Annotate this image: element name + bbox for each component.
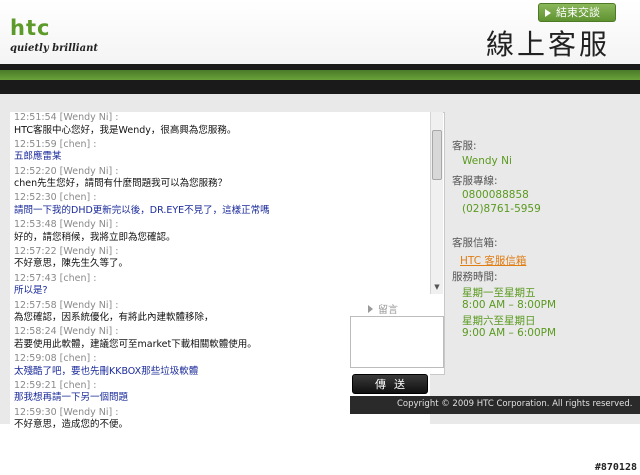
header: htc quietly brilliant 結束交談 線上客服 bbox=[0, 0, 640, 64]
chat-scrollbar[interactable]: ▼ bbox=[430, 112, 443, 294]
message-meta: 12:57:43 [chen] : bbox=[14, 272, 97, 284]
send-button[interactable]: 傳送 bbox=[352, 374, 428, 394]
message-label-text: 留言 bbox=[378, 305, 398, 316]
hotline-label: 客服專線: bbox=[452, 175, 498, 187]
mailbox-link[interactable]: HTC 客服信箱 bbox=[460, 253, 526, 268]
logo-text: htc bbox=[10, 16, 51, 40]
page-title: 線上客服 bbox=[485, 28, 610, 61]
chat-message: 12:52:30 [chen] : 請問一下我的DHD更新完以後，DR.EYE不見… bbox=[10, 192, 430, 219]
message-meta: 12:51:54 [Wendy Ni] : bbox=[14, 112, 119, 123]
play-arrow-icon bbox=[545, 9, 551, 17]
message-meta: 12:52:20 [Wendy Ni] : bbox=[14, 165, 119, 177]
chat-message: 12:57:22 [Wendy Ni] : 不好意思，陳先生久等了。 bbox=[10, 246, 430, 273]
hours-label: 服務時間: bbox=[452, 271, 498, 283]
hours-weekend-time: 9:00 AM – 6:00PM bbox=[462, 327, 557, 339]
hours-weekday-time: 8:00 AM – 8:00PM bbox=[462, 299, 557, 311]
logo-tagline: quietly brilliant bbox=[10, 43, 98, 54]
message-text: 不好意思，陳先生久等了。 bbox=[14, 258, 129, 270]
chat-message: 12:51:54 [Wendy Ni] : HTC客服中心您好，我是Wendy，很… bbox=[10, 112, 430, 139]
hours-weekday-days: 星期一至星期五 bbox=[462, 287, 536, 299]
green-stripe bbox=[0, 70, 640, 80]
scroll-thumb[interactable] bbox=[432, 130, 442, 180]
message-text: 好的，請您稍候，我將立即為您確認。 bbox=[14, 231, 176, 243]
image-id-text: #870128 bbox=[594, 462, 637, 473]
mailbox-label: 客服信箱: bbox=[452, 237, 498, 249]
play-arrow-icon bbox=[368, 305, 373, 313]
hours-weekend-days: 星期六至星期日 bbox=[462, 315, 536, 327]
copyright-text: Copyright © 2009 HTC Corporation. All ri… bbox=[397, 399, 633, 409]
message-text: 所以是? bbox=[14, 285, 48, 297]
message-input[interactable] bbox=[350, 316, 444, 368]
message-text: HTC客服中心您好，我是Wendy，很高興為您服務。 bbox=[14, 124, 237, 136]
message-meta: 12:51:59 [chen] : bbox=[14, 138, 97, 150]
end-chat-button[interactable]: 結束交談 bbox=[538, 3, 616, 22]
scroll-down-icon[interactable]: ▼ bbox=[432, 282, 442, 292]
message-meta: 12:53:48 [Wendy Ni] : bbox=[14, 219, 119, 231]
message-text: 請問一下我的DHD更新完以後，DR.EYE不見了，這樣正常嗎 bbox=[14, 204, 270, 216]
message-text: 不好意思，造成您的不便。 bbox=[14, 419, 129, 431]
chat-message: 12:52:20 [Wendy Ni] : chen先生您好，請問有什麼問題我可以… bbox=[10, 166, 430, 193]
message-label: 留言 bbox=[368, 301, 398, 316]
end-chat-label: 結束交談 bbox=[556, 6, 600, 19]
hotline-number-1: 0800088858 bbox=[462, 189, 529, 201]
message-text: chen先生您好，請問有什麼問題我可以為您服務？ bbox=[14, 178, 228, 190]
chat-message: 12:51:59 [chen] : 五郎應雷某 bbox=[10, 139, 430, 166]
agent-label: 客服: bbox=[452, 140, 477, 152]
chat-message: 12:57:43 [chen] : 所以是? bbox=[10, 273, 430, 300]
message-meta: 12:57:22 [Wendy Ni] : bbox=[14, 245, 119, 257]
htc-logo: htc quietly brilliant bbox=[10, 16, 100, 60]
message-meta: 12:52:30 [chen] : bbox=[14, 192, 97, 204]
agent-name: Wendy Ni bbox=[462, 155, 512, 167]
hotline-number-2: (02)8761-5959 bbox=[462, 203, 541, 215]
message-text: 五郎應雷某 bbox=[14, 151, 62, 163]
chat-message: 12:53:48 [Wendy Ni] : 好的，請您稍候，我將立即為您確認。 bbox=[10, 219, 430, 246]
